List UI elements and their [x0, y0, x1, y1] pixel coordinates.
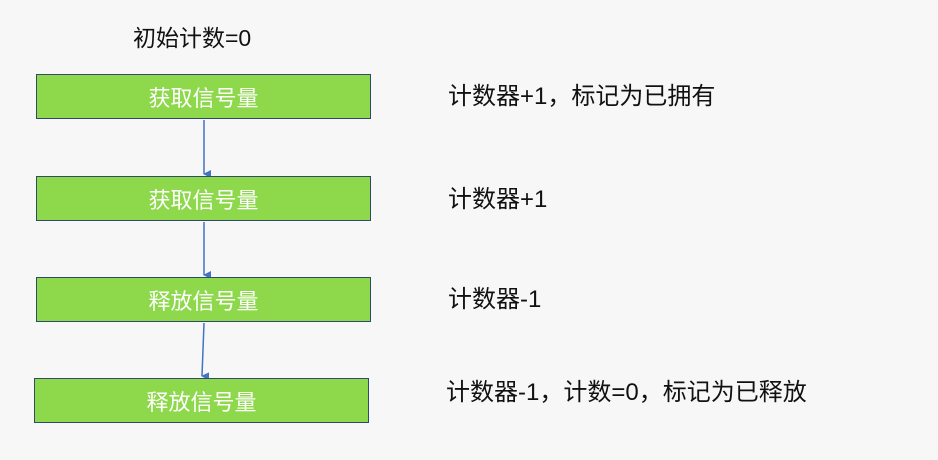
step-note-2: 计数器+1: [448, 186, 548, 213]
step-note-3: 计数器-1: [448, 286, 542, 313]
step-note-1: 计数器+1，标记为已拥有: [448, 83, 716, 110]
step-box-release-2: 释放信号量: [34, 378, 369, 423]
step-box-acquire-2: 获取信号量: [36, 176, 371, 221]
arrow-3: [201, 322, 210, 381]
step-box-release-1: 释放信号量: [36, 277, 371, 322]
step-note-4: 计数器-1，计数=0，标记为已释放: [446, 379, 807, 406]
step-box-acquire-1: 获取信号量: [36, 74, 371, 119]
